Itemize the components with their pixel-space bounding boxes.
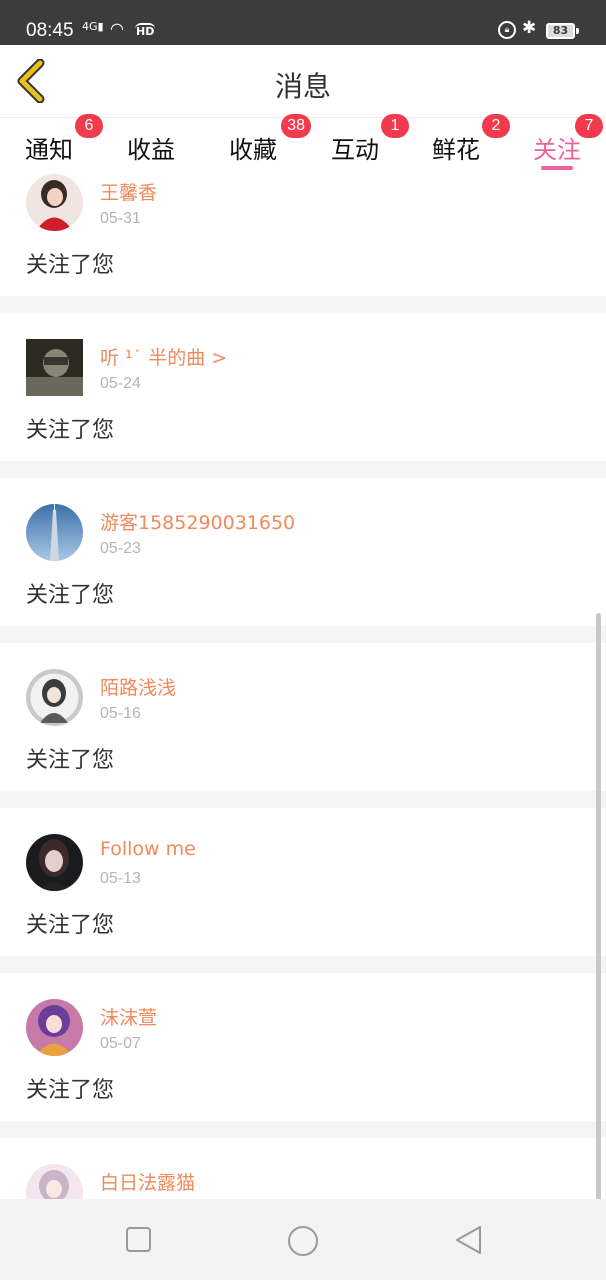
unread-badge: 7: [575, 114, 603, 138]
list-item[interactable]: Follow me 05-13 关注了您: [0, 808, 606, 956]
unread-badge: 6: [75, 114, 103, 138]
page-title: 消息: [274, 70, 331, 103]
username[interactable]: 听 ¹˙ 半的曲 >: [100, 343, 227, 370]
message-text: 关注了您: [26, 1078, 115, 1103]
tab-bar: 通知 6 收益 收藏 38 互动 1 鲜花 2 关注 7: [0, 114, 606, 174]
list-item[interactable]: 王馨香 05-31 关注了您: [0, 174, 606, 296]
avatar[interactable]: [26, 1164, 83, 1199]
system-navigation-bar: [0, 1199, 606, 1280]
tab-notice[interactable]: 通知 6: [25, 114, 103, 165]
list-item[interactable]: 听 ¹˙ 半的曲 > 05-24 关注了您: [0, 313, 606, 461]
tab-label: 互动: [331, 136, 379, 164]
tab-flowers[interactable]: 鲜花 2: [432, 114, 510, 165]
date: 05-23: [100, 540, 141, 557]
message-text: 关注了您: [26, 583, 115, 608]
date: 05-13: [100, 870, 141, 887]
unread-badge: 2: [482, 114, 510, 138]
avatar[interactable]: [26, 999, 83, 1056]
date: 05-31: [100, 210, 141, 227]
avatar[interactable]: [26, 504, 83, 561]
username[interactable]: 陌路浅浅: [100, 673, 176, 700]
avatar[interactable]: [26, 669, 83, 726]
status-time: 08:45: [26, 20, 74, 41]
bluetooth-icon: ✱: [522, 18, 537, 38]
wifi-icon: ◠: [110, 19, 124, 38]
tab-follow[interactable]: 关注 7: [533, 114, 603, 165]
message-text: 关注了您: [26, 253, 115, 278]
scrollbar[interactable]: [596, 613, 601, 1199]
tab-label: 收益: [127, 136, 175, 164]
square-icon: [126, 1227, 151, 1252]
username[interactable]: 白日法露猫: [100, 1168, 195, 1195]
battery-icon: 83: [546, 23, 575, 39]
tab-favorites[interactable]: 收藏 38: [229, 114, 311, 165]
avatar[interactable]: [26, 339, 83, 396]
tab-interaction[interactable]: 互动 1: [331, 114, 409, 165]
tab-earnings[interactable]: 收益: [127, 130, 175, 165]
tab-label: 鲜花: [432, 136, 480, 164]
username[interactable]: Follow me: [100, 838, 196, 860]
recent-apps-button[interactable]: [124, 1225, 154, 1255]
hd-icon: HD: [135, 23, 156, 38]
username[interactable]: 游客1585290031650: [100, 508, 295, 535]
app-header: 消息: [0, 45, 606, 118]
avatar[interactable]: [26, 174, 83, 231]
list-item[interactable]: 游客1585290031650 05-23 关注了您: [0, 478, 606, 626]
message-text: 关注了您: [26, 748, 115, 773]
tab-label: 通知: [25, 136, 73, 164]
unread-badge: 38: [281, 114, 311, 138]
date: 05-24: [100, 375, 141, 392]
circle-icon: [288, 1226, 318, 1256]
message-text: 关注了您: [26, 913, 115, 938]
back-nav-button[interactable]: [454, 1225, 484, 1255]
list-item[interactable]: 陌路浅浅 05-16 关注了您: [0, 643, 606, 791]
list-item[interactable]: 白日法露猫 04-26: [0, 1138, 606, 1199]
tab-label: 收藏: [229, 136, 277, 164]
list-item[interactable]: 沫沫萱 05-07 关注了您: [0, 973, 606, 1121]
network-type: 4G: [82, 20, 98, 33]
battery-tip: [576, 28, 579, 34]
date: 05-07: [100, 1035, 141, 1052]
tab-label: 关注: [533, 136, 581, 164]
cellular-signal-icon: 4G▮: [82, 20, 104, 33]
message-text: 关注了您: [26, 418, 115, 443]
orientation-lock-icon: 🔒︎: [498, 21, 516, 39]
status-bar: 08:45 4G▮ ◠ HD 🔒︎ ✱ 83: [0, 0, 606, 45]
date: 05-16: [100, 705, 141, 722]
triangle-back-icon: [456, 1226, 481, 1254]
active-tab-indicator: [541, 166, 573, 170]
avatar[interactable]: [26, 834, 83, 891]
unread-badge: 1: [381, 114, 409, 138]
follow-notification-list[interactable]: 王馨香 05-31 关注了您 听 ¹˙ 半的曲 > 05-24 关注了您 游客1…: [0, 174, 606, 1199]
home-button[interactable]: [287, 1225, 318, 1256]
username[interactable]: 王馨香: [100, 178, 157, 205]
username[interactable]: 沫沫萱: [100, 1003, 157, 1030]
